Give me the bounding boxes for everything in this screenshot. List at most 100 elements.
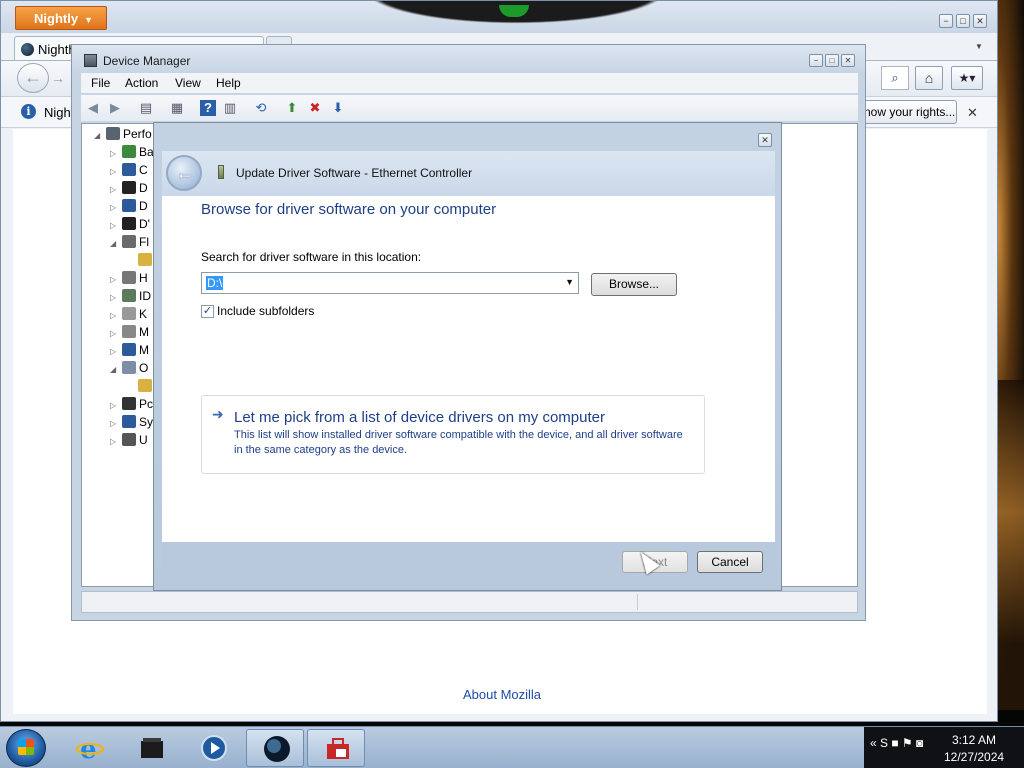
status-bar <box>81 591 858 613</box>
path-combobox[interactable]: D:\ ▼ <box>201 272 579 294</box>
dialog-header: ← Update Driver Software - Ethernet Cont… <box>162 151 775 196</box>
back-arrow-icon[interactable]: ← <box>166 155 202 191</box>
expander-icon[interactable]: ▷ <box>110 419 120 428</box>
tree-item[interactable]: ▷ Sy <box>110 415 153 433</box>
menu-help[interactable]: Help <box>216 76 241 90</box>
tray-icons[interactable]: « S ■ ⚑ ◙ <box>870 736 923 750</box>
properties-icon[interactable]: ▦ <box>169 100 185 116</box>
tab-list-chevron-icon[interactable]: ▼ <box>975 42 983 51</box>
clock-date[interactable]: 12/27/2024 <box>944 750 1004 764</box>
taskbar-device-manager[interactable] <box>307 729 365 767</box>
tree-item[interactable]: ◢ O <box>110 361 148 379</box>
tree-item[interactable]: ▷ M <box>110 343 149 361</box>
search-icon[interactable]: ⌕ <box>881 66 909 90</box>
info-icon: i <box>21 104 36 119</box>
tree-item[interactable]: ▷ C <box>110 163 148 181</box>
bookmarks-icon[interactable]: ★▾ <box>951 66 983 90</box>
tree-item[interactable] <box>126 253 155 271</box>
expander-icon[interactable]: ▷ <box>110 311 120 320</box>
tree-item[interactable]: ▷ Pc <box>110 397 153 415</box>
device-category-icon <box>122 343 136 356</box>
device-category-icon <box>122 181 136 194</box>
home-icon[interactable]: ⌂ <box>915 66 943 90</box>
expander-icon[interactable]: ▷ <box>110 221 120 230</box>
device-category-icon <box>122 415 136 428</box>
close-button[interactable]: ✕ <box>841 54 855 67</box>
scan-hardware-icon[interactable]: ⟲ <box>253 100 269 116</box>
tree-item[interactable]: ▷ D <box>110 199 148 217</box>
expander-icon[interactable]: ▷ <box>110 149 120 158</box>
expander-icon[interactable]: ▷ <box>110 275 120 284</box>
toolbox-icon <box>327 738 349 759</box>
maximize-button[interactable]: □ <box>956 14 970 28</box>
pick-from-list-option[interactable]: ➜ Let me pick from a list of device driv… <box>201 395 705 474</box>
tree-item[interactable]: ◢ Perfo <box>94 127 152 145</box>
about-mozilla-link[interactable]: About Mozilla <box>463 687 541 702</box>
clock-time[interactable]: 3:12 AM <box>952 733 996 747</box>
expander-icon[interactable]: ▷ <box>110 329 120 338</box>
uninstall-icon[interactable]: ✖ <box>307 100 323 116</box>
tree-item[interactable]: ▷ H <box>110 271 148 289</box>
device-manager-icon <box>84 54 97 67</box>
menu-file[interactable]: File <box>91 76 110 90</box>
pick-option-title: Let me pick from a list of device driver… <box>234 409 605 426</box>
browse-button[interactable]: Browse... <box>591 273 677 296</box>
know-your-rights-button[interactable]: now your rights... <box>859 100 957 124</box>
tree-item[interactable] <box>126 379 155 397</box>
notification-close-icon[interactable]: ✕ <box>967 105 978 121</box>
help-icon[interactable]: ? <box>200 100 216 116</box>
device-category-icon <box>122 361 136 374</box>
menu-view[interactable]: View <box>175 76 201 90</box>
expander-icon[interactable]: ◢ <box>110 365 120 374</box>
tree-item[interactable]: ▷ U <box>110 433 148 451</box>
expander-icon[interactable]: ▷ <box>110 347 120 356</box>
start-button[interactable] <box>6 729 46 767</box>
device-category-icon <box>122 145 136 158</box>
minimize-button[interactable]: − <box>939 14 953 28</box>
notification-text: Night <box>44 105 75 120</box>
taskbar-device-app[interactable] <box>122 729 180 767</box>
expander-icon[interactable]: ▷ <box>110 203 120 212</box>
tree-item[interactable]: ▷ M <box>110 325 149 343</box>
device-category-icon <box>122 289 136 302</box>
forward-arrow-icon[interactable]: ▶ <box>107 100 123 116</box>
tree-item[interactable]: ▷ K <box>110 307 147 325</box>
expander-icon[interactable]: ▷ <box>110 437 120 446</box>
tree-item[interactable]: ◢ Fl <box>110 235 149 253</box>
taskbar-internet-explorer[interactable]: e <box>60 729 118 767</box>
update-driver-icon[interactable]: ⬆ <box>284 100 300 116</box>
taskbar-nightly-browser[interactable] <box>246 729 304 767</box>
device-category-icon <box>138 253 152 266</box>
include-subfolders-checkbox[interactable]: ✓ <box>201 305 214 318</box>
tree-item[interactable]: ▷ D' <box>110 217 150 235</box>
back-arrow-icon[interactable]: ◀ <box>85 100 101 116</box>
expander-icon[interactable]: ◢ <box>94 131 104 140</box>
forward-arrow-icon[interactable]: → <box>51 70 65 86</box>
expander-icon[interactable]: ◢ <box>110 239 120 248</box>
minimize-button[interactable]: − <box>809 54 823 67</box>
action-pane-icon[interactable]: ▥ <box>222 100 238 116</box>
expander-icon[interactable]: ▷ <box>110 401 120 410</box>
tree-item[interactable]: ▷ D <box>110 181 148 199</box>
tree-item-label: K <box>139 307 148 321</box>
expander-icon[interactable]: ▷ <box>110 293 120 302</box>
tree-item[interactable]: ▷ ID <box>110 289 151 307</box>
disable-device-icon[interactable]: ⬇ <box>330 100 346 116</box>
device-category-icon <box>122 199 136 212</box>
chevron-down-icon[interactable]: ▼ <box>565 277 574 287</box>
close-button[interactable]: ✕ <box>758 133 772 147</box>
close-button[interactable]: ✕ <box>973 14 987 28</box>
tree-item-label: Fl <box>139 235 149 249</box>
page-heading: Browse for driver software on your compu… <box>201 201 497 218</box>
taskbar-media-player[interactable] <box>184 729 242 767</box>
tree-item[interactable]: ▷ Ba <box>110 145 154 163</box>
maximize-button[interactable]: □ <box>825 54 839 67</box>
nightly-menu-button[interactable]: Nightly ▼ <box>15 6 107 30</box>
cancel-button[interactable]: Cancel <box>697 551 763 573</box>
globe-icon <box>264 736 290 762</box>
console-tree-icon[interactable]: ▤ <box>138 100 154 116</box>
back-arrow-icon[interactable]: ← <box>17 63 49 93</box>
expander-icon[interactable]: ▷ <box>110 185 120 194</box>
menu-action[interactable]: Action <box>125 76 158 90</box>
expander-icon[interactable]: ▷ <box>110 167 120 176</box>
